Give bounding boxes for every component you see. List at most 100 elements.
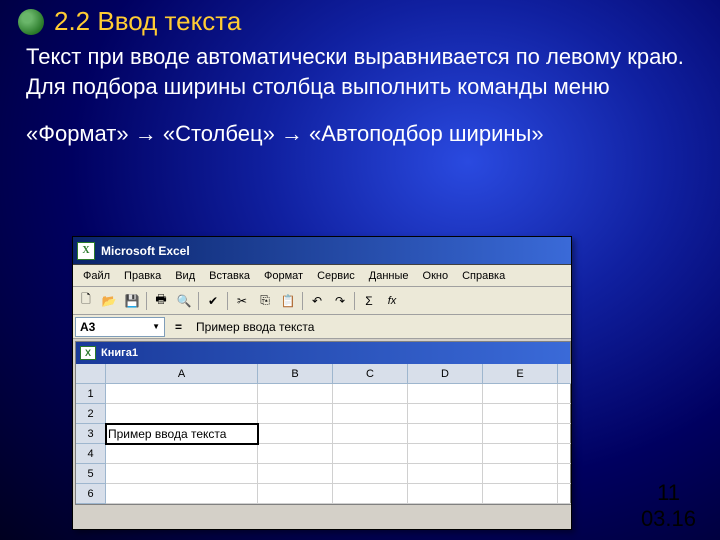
cell-e2[interactable] [483, 404, 558, 424]
cell-b3[interactable] [258, 424, 333, 444]
col-header-d[interactable]: D [408, 364, 483, 384]
separator [146, 292, 147, 310]
row-header-4[interactable]: 4 [76, 444, 106, 464]
cell-b2[interactable] [258, 404, 333, 424]
col-header-a[interactable]: A [106, 364, 258, 384]
row-5 [106, 464, 572, 484]
save-icon[interactable]: 💾 [121, 290, 143, 312]
formula-input[interactable]: Пример ввода текста [192, 317, 569, 337]
cell-e6[interactable] [483, 484, 558, 504]
cell-a2[interactable] [106, 404, 258, 424]
cell-b5[interactable] [258, 464, 333, 484]
open-icon[interactable]: 📂 [98, 290, 120, 312]
workbook-window: X Книга1 1 2 3 4 5 6 A B C D E F [75, 341, 571, 505]
row-header-3[interactable]: 3 [76, 424, 106, 444]
grid: A B C D E F Пример ввода текста [106, 364, 572, 504]
cell-b1[interactable] [258, 384, 333, 404]
cell-c2[interactable] [333, 404, 408, 424]
cell-a6[interactable] [106, 484, 258, 504]
cell-d2[interactable] [408, 404, 483, 424]
cell-f1[interactable] [558, 384, 572, 404]
cell-d4[interactable] [408, 444, 483, 464]
slide-number: 11 [657, 480, 680, 506]
cell-b4[interactable] [258, 444, 333, 464]
menu-data[interactable]: Данные [363, 268, 415, 284]
cell-d5[interactable] [408, 464, 483, 484]
print-icon[interactable]: 🖶 [150, 290, 172, 312]
column-headers: A B C D E F [106, 364, 572, 384]
row-2 [106, 404, 572, 424]
row-4 [106, 444, 572, 464]
menu-edit[interactable]: Правка [118, 268, 167, 284]
cell-c3[interactable] [333, 424, 408, 444]
cell-f3[interactable] [558, 424, 572, 444]
menu-tools[interactable]: Сервис [311, 268, 361, 284]
cell-c4[interactable] [333, 444, 408, 464]
cell-e1[interactable] [483, 384, 558, 404]
menu-file[interactable]: Файл [77, 268, 116, 284]
toolbar: 🗋 📂 💾 🖶 🔍 ✔ ✂ ⎘ 📋 ↶ ↷ Σ fx [73, 287, 571, 315]
cell-f4[interactable] [558, 444, 572, 464]
cell-f6[interactable] [558, 484, 572, 504]
workbook-title: Книга1 [101, 347, 138, 359]
menu-insert[interactable]: Вставка [203, 268, 256, 284]
cell-b6[interactable] [258, 484, 333, 504]
col-header-c[interactable]: C [333, 364, 408, 384]
fx-icon[interactable]: fx [381, 290, 403, 312]
redo-icon[interactable]: ↷ [329, 290, 351, 312]
preview-icon[interactable]: 🔍 [173, 290, 195, 312]
menubar: Файл Правка Вид Вставка Формат Сервис Да… [73, 265, 571, 287]
undo-icon[interactable]: ↶ [306, 290, 328, 312]
row-header-5[interactable]: 5 [76, 464, 106, 484]
col-header-e[interactable]: E [483, 364, 558, 384]
name-box[interactable]: A3 ▼ [75, 317, 165, 337]
col-header-f[interactable]: F [558, 364, 572, 384]
cell-a4[interactable] [106, 444, 258, 464]
excel-window: X Microsoft Excel Файл Правка Вид Вставк… [72, 236, 572, 530]
select-all-corner[interactable] [76, 364, 106, 384]
cell-c5[interactable] [333, 464, 408, 484]
equals-label: = [175, 320, 182, 334]
cell-a1[interactable] [106, 384, 258, 404]
cell-d3[interactable] [408, 424, 483, 444]
separator [354, 292, 355, 310]
sum-icon[interactable]: Σ [358, 290, 380, 312]
cell-c1[interactable] [333, 384, 408, 404]
slide-title: 2.2 Ввод текста [54, 6, 241, 37]
cell-e3[interactable] [483, 424, 558, 444]
row-1 [106, 384, 572, 404]
cut-icon[interactable]: ✂ [231, 290, 253, 312]
cell-d1[interactable] [408, 384, 483, 404]
slide-date: 03.16 [641, 506, 696, 532]
slide-body: Текст при вводе автоматически выравнивае… [26, 42, 696, 167]
worksheet: 1 2 3 4 5 6 A B C D E F [76, 364, 570, 504]
copy-icon[interactable]: ⎘ [254, 290, 276, 312]
cell-c6[interactable] [333, 484, 408, 504]
cell-e4[interactable] [483, 444, 558, 464]
new-icon[interactable]: 🗋 [75, 290, 97, 312]
cell-d6[interactable] [408, 484, 483, 504]
menu-window[interactable]: Окно [417, 268, 455, 284]
excel-app-icon: X [77, 242, 95, 260]
cell-f2[interactable] [558, 404, 572, 424]
menu-help[interactable]: Справка [456, 268, 511, 284]
body-paragraph: Текст при вводе автоматически выравнивае… [26, 42, 696, 101]
row-header-1[interactable]: 1 [76, 384, 106, 404]
menu-format[interactable]: Формат [258, 268, 309, 284]
col-header-b[interactable]: B [258, 364, 333, 384]
app-titlebar: X Microsoft Excel [73, 237, 571, 265]
cell-f5[interactable] [558, 464, 572, 484]
paste-icon[interactable]: 📋 [277, 290, 299, 312]
row-header-6[interactable]: 6 [76, 484, 106, 504]
spell-icon[interactable]: ✔ [202, 290, 224, 312]
separator [198, 292, 199, 310]
row-6 [106, 484, 572, 504]
row-header-2[interactable]: 2 [76, 404, 106, 424]
namebox-value: A3 [80, 320, 95, 334]
cell-a5[interactable] [106, 464, 258, 484]
row-headers: 1 2 3 4 5 6 [76, 364, 106, 504]
cell-e5[interactable] [483, 464, 558, 484]
menu-view[interactable]: Вид [169, 268, 201, 284]
cell-a3[interactable]: Пример ввода текста [106, 424, 258, 444]
chevron-down-icon: ▼ [152, 322, 160, 331]
